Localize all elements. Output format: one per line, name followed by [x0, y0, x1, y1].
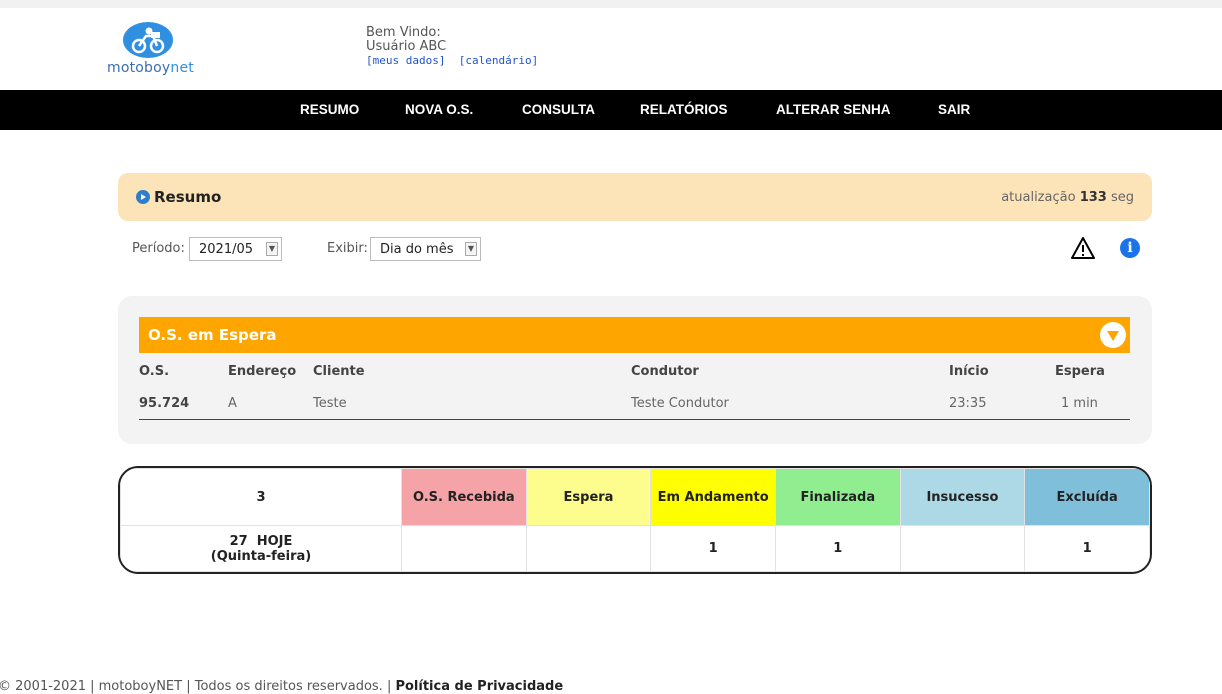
- status-cell-insucesso[interactable]: [899, 525, 1026, 572]
- privacy-policy-link[interactable]: Política de Privacidade: [395, 679, 563, 694]
- espera-header: O.S. em Espera: [139, 317, 1130, 353]
- status-day-row: 27 HOJE (Quinta-feira) 1 1 1: [120, 525, 1150, 572]
- day-label: 27 HOJE (Quinta-feira): [120, 525, 402, 572]
- welcome-line: Bem Vindo:: [366, 25, 441, 40]
- periodo-select[interactable]: 2021/05 ▼: [189, 237, 282, 261]
- user-links: [meus dados] [calendário]: [366, 54, 538, 68]
- col-header-cliente: Cliente: [313, 364, 365, 379]
- status-cell-andamento[interactable]: 1: [650, 525, 776, 572]
- status-col-insucesso[interactable]: Insucesso: [899, 468, 1026, 526]
- periodo-value: 2021/05: [199, 242, 254, 257]
- nav-relatorios[interactable]: RELATÓRIOS: [640, 102, 728, 117]
- logo-text: motoboynet: [107, 60, 194, 76]
- main-nav: RESUMO NOVA O.S. CONSULTA RELATÓRIOS ALT…: [0, 90, 1222, 130]
- status-cell-finalizada[interactable]: 1: [774, 525, 901, 572]
- nav-alterar-senha[interactable]: ALTERAR SENHA: [776, 102, 891, 117]
- status-table: 3 O.S. Recebida Espera Em Andamento Fina…: [120, 468, 1150, 572]
- footer-copyright: © 2001-2021 | motoboyNET | Todos os dire…: [0, 679, 392, 694]
- row-condutor: Teste Condutor: [631, 396, 729, 411]
- resumo-title: Resumo: [154, 188, 222, 206]
- row-endereco: A: [228, 396, 237, 411]
- status-col-andamento[interactable]: Em Andamento: [650, 468, 776, 526]
- calendario-link[interactable]: [calendário]: [459, 54, 538, 67]
- meus-dados-link[interactable]: [meus dados]: [366, 54, 445, 67]
- status-cell-espera[interactable]: [525, 525, 652, 572]
- resumo-bar: Resumo atualização 133 seg: [118, 173, 1152, 221]
- col-header-inicio: Início: [949, 364, 989, 379]
- status-col-finalizada[interactable]: Finalizada: [774, 468, 901, 526]
- exibir-value: Dia do mês: [380, 242, 454, 257]
- welcome-block: Bem Vindo: Usuário ABC [meus dados] [cal…: [366, 26, 538, 68]
- exibir-select[interactable]: Dia do mês ▼: [370, 237, 481, 261]
- logo[interactable]: motoboynet: [107, 20, 207, 80]
- row-divider: [139, 419, 1130, 420]
- exibir-label: Exibir:: [327, 241, 368, 256]
- nav-resumo[interactable]: RESUMO: [300, 102, 359, 117]
- col-header-condutor: Condutor: [631, 364, 699, 379]
- nav-nova-os[interactable]: NOVA O.S.: [405, 102, 473, 117]
- nav-consulta[interactable]: CONSULTA: [522, 102, 595, 117]
- day-number: 27 HOJE: [229, 533, 293, 549]
- day-weekday: (Quinta-feira): [210, 548, 312, 564]
- status-cell-recebida[interactable]: [401, 525, 527, 572]
- chevron-down-icon: ▼: [266, 242, 278, 256]
- row-espera: 1 min: [1061, 396, 1098, 411]
- footer: © 2001-2021 | motoboyNET | Todos os dire…: [0, 679, 563, 694]
- update-countdown: atualização 133 seg: [1001, 190, 1134, 205]
- play-circle-icon: [136, 190, 150, 204]
- status-col-espera[interactable]: Espera: [525, 468, 652, 526]
- info-icon[interactable]: i: [1120, 238, 1140, 258]
- chevron-down-icon: ▼: [465, 242, 477, 256]
- row-os[interactable]: 95.724: [139, 396, 189, 411]
- user-name: Usuário ABC: [366, 39, 447, 54]
- status-table-box: 3 O.S. Recebida Espera Em Andamento Fina…: [118, 466, 1152, 574]
- col-header-os: O.S.: [139, 364, 170, 379]
- row-inicio: 23:35: [949, 396, 987, 411]
- periodo-label: Período:: [132, 241, 185, 256]
- status-cell-excluida[interactable]: 1: [1024, 525, 1150, 572]
- status-col-recebida[interactable]: O.S. Recebida: [401, 468, 527, 526]
- warning-icon[interactable]: [1070, 236, 1096, 260]
- collapse-toggle-icon[interactable]: [1100, 322, 1126, 348]
- status-col-excluida[interactable]: Excluída: [1024, 468, 1150, 526]
- espera-title: O.S. em Espera: [148, 326, 277, 344]
- col-header-espera: Espera: [1055, 364, 1105, 379]
- motorcycle-logo-icon: [123, 22, 173, 58]
- row-cliente: Teste: [313, 396, 347, 411]
- col-header-endereco: Endereço: [228, 364, 297, 379]
- espera-panel: O.S. em Espera O.S. Endereço Cliente Con…: [118, 296, 1152, 444]
- status-header-row: 3 O.S. Recebida Espera Em Andamento Fina…: [120, 468, 1150, 526]
- top-strip: [0, 0, 1222, 8]
- status-count: 3: [120, 468, 402, 526]
- nav-sair[interactable]: SAIR: [938, 102, 970, 117]
